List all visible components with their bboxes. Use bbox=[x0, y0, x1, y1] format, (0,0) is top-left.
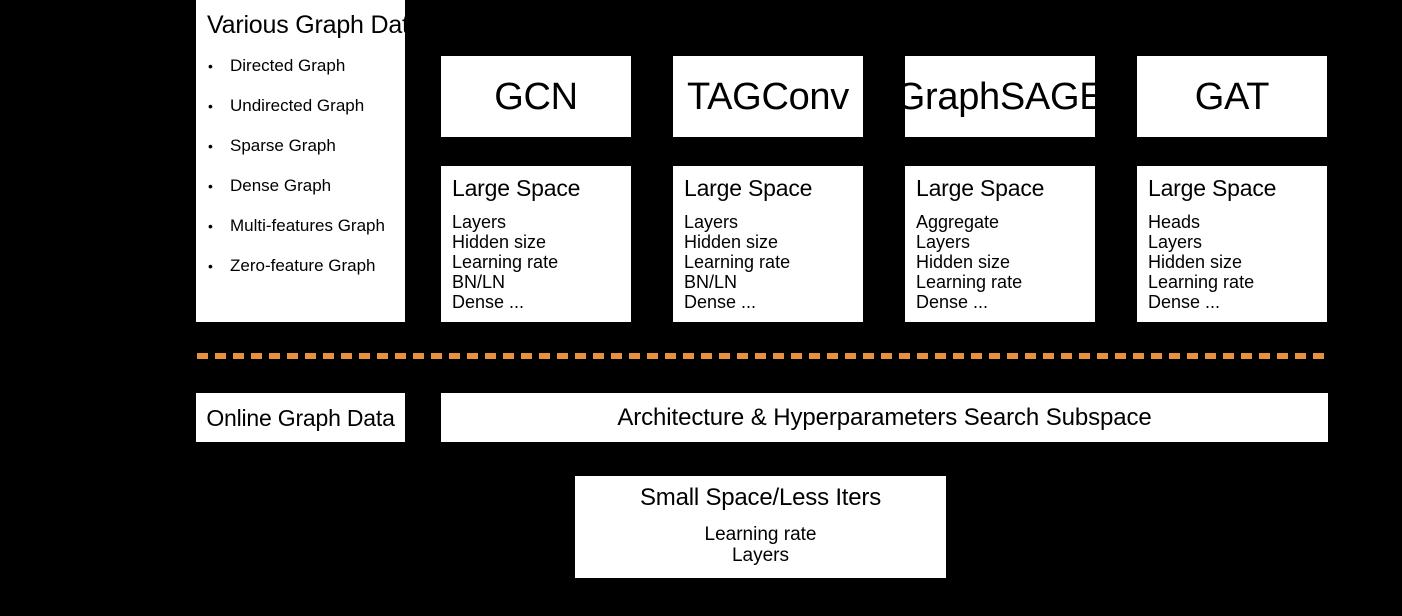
hyperparameter-item: Layers bbox=[731, 545, 790, 566]
large-space-box-graphsage: Large Space Aggregate Layers Hidden size… bbox=[905, 166, 1095, 322]
hyperparameter-item: Dense ... bbox=[916, 292, 989, 312]
model-box-gcn: GCN bbox=[441, 56, 631, 137]
hyperparameter-item: Aggregate bbox=[916, 212, 1000, 232]
hyperparameter-item: Dense ... bbox=[452, 292, 525, 312]
bullet-icon: • bbox=[208, 58, 213, 74]
dashed-separator bbox=[197, 353, 1328, 359]
bullet-icon: • bbox=[208, 138, 213, 154]
hyperparameter-item: Hidden size bbox=[1148, 252, 1243, 272]
hyperparameter-item: Heads bbox=[1148, 212, 1201, 232]
hyperparameter-item: Hidden size bbox=[452, 232, 547, 252]
hyperparameter-list: Layers Hidden size Learning rate BN/LN D… bbox=[452, 212, 631, 312]
list-item-label: Zero-feature Graph bbox=[230, 256, 376, 275]
online-graph-data-box: Online Graph Data bbox=[196, 393, 405, 442]
list-item-label: Sparse Graph bbox=[230, 136, 336, 155]
list-item: • Zero-feature Graph bbox=[196, 256, 405, 276]
search-subspace-box: Architecture & Hyperparameters Search Su… bbox=[441, 393, 1328, 442]
list-item: • Undirected Graph bbox=[196, 96, 405, 116]
diagram-canvas: Various Graph Data • Directed Graph • Undi… bbox=[0, 0, 1402, 616]
online-graph-data-label: Online Graph Data bbox=[206, 404, 395, 431]
hyperparameter-item: BN/LN bbox=[452, 272, 506, 292]
large-space-title: Large Space bbox=[1148, 175, 1277, 201]
large-space-box-gcn: Large Space Layers Hidden size Learning … bbox=[441, 166, 631, 322]
hyperparameter-item: Learning rate bbox=[704, 524, 817, 545]
search-subspace-label: Architecture & Hyperparameters Search Su… bbox=[617, 403, 1152, 431]
hyperparameter-item: Dense ... bbox=[1148, 292, 1221, 312]
model-label: GraphSAGE bbox=[905, 75, 1095, 118]
bullet-icon: • bbox=[208, 218, 213, 234]
small-space-box: Small Space/Less Iters Learning rate Lay… bbox=[575, 476, 946, 578]
large-space-box-tagconv: Large Space Layers Hidden size Learning … bbox=[673, 166, 863, 322]
hyperparameter-item: Learning rate bbox=[452, 252, 559, 272]
list-item-label: Multi-features Graph bbox=[230, 216, 385, 235]
hyperparameter-item: Learning rate bbox=[1148, 272, 1255, 292]
list-item-label: Undirected Graph bbox=[230, 96, 365, 115]
hyperparameter-item: Layers bbox=[1148, 232, 1203, 252]
hyperparameter-item: Layers bbox=[916, 232, 971, 252]
hyperparameter-item: Learning rate bbox=[684, 252, 791, 272]
list-item: • Multi-features Graph bbox=[196, 216, 405, 236]
model-box-gat: GAT bbox=[1137, 56, 1327, 137]
list-item: • Sparse Graph bbox=[196, 136, 405, 156]
large-space-box-gat: Large Space Heads Layers Hidden size Lea… bbox=[1137, 166, 1327, 322]
hyperparameter-list: Layers Hidden size Learning rate BN/LN D… bbox=[684, 212, 863, 312]
hyperparameter-item: Hidden size bbox=[916, 252, 1011, 272]
various-graph-data-list: • Directed Graph • Undirected Graph • Spars… bbox=[196, 56, 405, 276]
model-label: GAT bbox=[1194, 75, 1270, 118]
hyperparameter-list: Heads Layers Hidden size Learning rate D… bbox=[1148, 212, 1327, 312]
large-space-title: Large Space bbox=[916, 175, 1045, 201]
list-item-label: Directed Graph bbox=[230, 56, 346, 75]
hyperparameter-item: Layers bbox=[452, 212, 507, 232]
list-item-label: Dense Graph bbox=[230, 176, 332, 195]
various-graph-data-panel: Various Graph Data • Directed Graph • Undi… bbox=[196, 0, 405, 322]
list-item: • Directed Graph bbox=[196, 56, 405, 76]
hyperparameter-item: BN/LN bbox=[684, 272, 738, 292]
model-label: GCN bbox=[494, 75, 578, 118]
hyperparameter-list: Aggregate Layers Hidden size Learning ra… bbox=[916, 212, 1095, 312]
model-label: TAGConv bbox=[687, 75, 849, 118]
various-graph-data-title: Various Graph Data bbox=[207, 11, 405, 39]
hyperparameter-item: Learning rate bbox=[916, 272, 1023, 292]
small-space-hyperparameter-list: Learning rate Layers bbox=[705, 524, 817, 566]
small-space-title: Small Space/Less Iters bbox=[639, 484, 882, 511]
hyperparameter-item: Layers bbox=[684, 212, 739, 232]
bullet-icon: • bbox=[208, 178, 213, 194]
hyperparameter-item: Hidden size bbox=[684, 232, 779, 252]
bullet-icon: • bbox=[208, 258, 213, 274]
model-box-graphsage: GraphSAGE bbox=[905, 56, 1095, 137]
bullet-icon: • bbox=[208, 98, 213, 114]
model-box-tagconv: TAGConv bbox=[673, 56, 863, 137]
list-item: • Dense Graph bbox=[196, 176, 405, 196]
hyperparameter-item: Dense ... bbox=[684, 292, 757, 312]
large-space-title: Large Space bbox=[684, 175, 813, 201]
large-space-title: Large Space bbox=[452, 175, 581, 201]
